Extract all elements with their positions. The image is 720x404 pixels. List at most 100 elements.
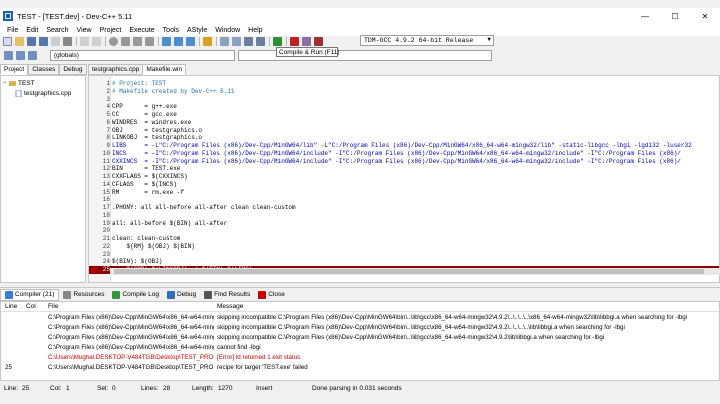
menu-edit[interactable]: Edit — [22, 27, 42, 34]
tab-classes[interactable]: Classes — [28, 64, 60, 75]
devcpp-app-icon — [3, 11, 13, 21]
debug-toolbar-icon[interactable] — [314, 37, 323, 46]
save-all-icon[interactable] — [39, 37, 48, 46]
table-row[interactable]: C:\Program Files (x86)\Dev-Cpp\MinGW64\x… — [1, 312, 719, 322]
menu-tools[interactable]: Tools — [159, 27, 183, 34]
toolbar-separator — [286, 37, 287, 46]
table-row[interactable]: C:\Program Files (x86)\Dev-Cpp\MinGW64\x… — [1, 332, 719, 342]
status-insert-mode: Insert — [256, 385, 273, 392]
profile-icon[interactable] — [302, 37, 311, 46]
editor-horizontal-scrollbar[interactable] — [110, 268, 720, 275]
menu-window[interactable]: Window — [211, 27, 244, 34]
project-options-icon[interactable] — [186, 37, 195, 46]
bottom-panel-tabs: Compiler (21) Resources Compile Log Debug Fi… — [0, 287, 720, 301]
tab-project[interactable]: Project — [0, 64, 29, 75]
print-icon[interactable] — [63, 37, 72, 46]
goto-bookmark-icon[interactable] — [28, 50, 37, 60]
editor-tabs: testgraphics.cpp Makefile.win — [88, 64, 720, 75]
remove-from-project-icon[interactable] — [174, 37, 183, 46]
bookmark-icon[interactable] — [203, 37, 212, 46]
menu-help[interactable]: Help — [244, 27, 266, 34]
header-message[interactable]: Message — [214, 302, 714, 311]
tree-item-file[interactable]: testgraphics.cpp — [3, 88, 83, 98]
menu-search[interactable]: Search — [42, 27, 72, 34]
tab-compile-log[interactable]: Compile Log — [108, 289, 163, 301]
status-message: Done parsing in 0.031 seconds — [312, 385, 402, 392]
status-line-label: Line: — [4, 385, 19, 392]
cell-message: skipping incompatible C:\Program Files (… — [217, 323, 625, 331]
save-icon[interactable] — [27, 37, 36, 46]
tab-find-results[interactable]: Find Results — [200, 289, 254, 301]
menu-project[interactable]: Project — [96, 27, 126, 34]
resources-icon — [63, 290, 72, 299]
table-header: Line Col File Message — [1, 302, 719, 312]
minimize-button[interactable]: — — [630, 8, 660, 24]
find-next-icon[interactable] — [133, 37, 142, 46]
table-row[interactable]: C:\Users\Mughal.DESKTOP-V484TGB\Desktop\… — [1, 352, 719, 362]
close-file-icon[interactable] — [51, 37, 60, 46]
debug-icon — [166, 290, 175, 299]
tab-debug[interactable]: Debug — [59, 64, 87, 75]
cell-file: C:\Program Files (x86)\Dev-Cpp\MinGW64\x… — [48, 333, 214, 341]
header-col[interactable]: Col — [24, 302, 46, 311]
table-row[interactable]: 25 C:\Users\Mughal.DESKTOP-V484TGB\Deskto… — [1, 362, 719, 372]
menu-astyle[interactable]: AStyle — [183, 27, 211, 34]
tab-label: Compile Log — [122, 291, 159, 298]
project-folder-icon — [9, 80, 16, 86]
globals-select[interactable]: (globals) — [50, 50, 235, 61]
toggle-bookmark-icon[interactable] — [16, 50, 25, 60]
tab-label: Resources — [73, 291, 105, 298]
undo-icon[interactable] — [80, 37, 89, 46]
window-title: TEST - [TEST.dev] - Dev-C++ 5.11 — [17, 11, 133, 21]
status-col-label: Col: — [50, 385, 62, 392]
tab-debug[interactable]: Debug — [163, 289, 200, 301]
insert-icon[interactable] — [4, 50, 13, 60]
tree-item-project[interactable]: − TEST — [3, 78, 83, 88]
find-icon[interactable] — [109, 37, 118, 46]
redo-icon[interactable] — [92, 37, 101, 46]
new-file-icon[interactable] — [3, 37, 12, 46]
table-row[interactable]: C:\Program Files (x86)\Dev-Cpp\MinGW64\x… — [1, 322, 719, 332]
tab-close[interactable]: Close — [254, 289, 289, 301]
rebuild-all-icon[interactable] — [256, 37, 265, 46]
header-line[interactable]: Line — [1, 302, 24, 311]
title-bar[interactable]: TEST - [TEST.dev] - Dev-C++ 5.11 — ☐ ✕ — [0, 8, 720, 24]
menu-execute[interactable]: Execute — [125, 27, 158, 34]
header-file[interactable]: File — [46, 302, 214, 311]
compile-icon[interactable] — [220, 37, 229, 46]
table-row[interactable]: C:\Program Files (x86)\Dev-Cpp\MinGW64\x… — [1, 342, 719, 352]
stop-execution-icon[interactable] — [290, 37, 299, 46]
compiler-messages-table[interactable]: Line Col File Message C:\Program Files (… — [0, 301, 720, 381]
scrollbar-thumb[interactable] — [114, 269, 704, 274]
code-editor[interactable]: 1 # Project: TEST 2 # Makefile created by D… — [88, 75, 720, 283]
tab-resources[interactable]: Resources — [59, 289, 108, 301]
cell-file: C:\Users\Mughal.DESKTOP-V484TGB\Desktop\… — [48, 363, 214, 371]
status-col-value: 1 — [66, 385, 70, 392]
open-folder-icon[interactable] — [15, 37, 24, 46]
status-lines-value: 28 — [163, 385, 171, 392]
close-window-button[interactable]: ✕ — [690, 8, 720, 24]
cpp-file-icon — [15, 89, 22, 97]
cell-message: skipping incompatible C:\Program Files (… — [217, 333, 605, 341]
run-icon[interactable] — [232, 37, 241, 46]
goto-line-icon[interactable] — [145, 37, 154, 46]
cell-file: C:\Program Files (x86)\Dev-Cpp\MinGW64\x… — [48, 343, 214, 351]
compile-run-icon[interactable] — [244, 37, 253, 46]
syntax-check-icon[interactable] — [273, 37, 282, 46]
globals-value: (globals) — [54, 52, 79, 59]
add-to-project-icon[interactable] — [162, 37, 171, 46]
menu-view[interactable]: View — [73, 27, 96, 34]
replace-icon[interactable] — [121, 37, 130, 46]
tab-label: Find Results — [214, 291, 251, 298]
maximize-button[interactable]: ☐ — [660, 8, 690, 24]
cell-file: C:\Users\Mughal.DESKTOP-V484TGB\Desktop\… — [48, 353, 214, 361]
cell-message: cannot find -lbgi — [217, 343, 261, 351]
tab-testgraphics-cpp[interactable]: testgraphics.cpp — [88, 64, 144, 75]
tab-compiler[interactable]: Compiler (21) — [0, 288, 60, 301]
status-bar: Line: 25 Col: 1 Sel: 0 Lines: 28 Length:… — [0, 383, 720, 394]
compiler-set-select[interactable]: TDM-GCC 4.9.2 64-bit Release ▼ — [360, 35, 494, 46]
menu-file[interactable]: File — [3, 27, 22, 34]
tab-makefile-win[interactable]: Makefile.win — [142, 64, 187, 75]
compiler-icon — [5, 290, 13, 299]
cell-file: C:\Program Files (x86)\Dev-Cpp\MinGW64\x… — [48, 313, 214, 321]
